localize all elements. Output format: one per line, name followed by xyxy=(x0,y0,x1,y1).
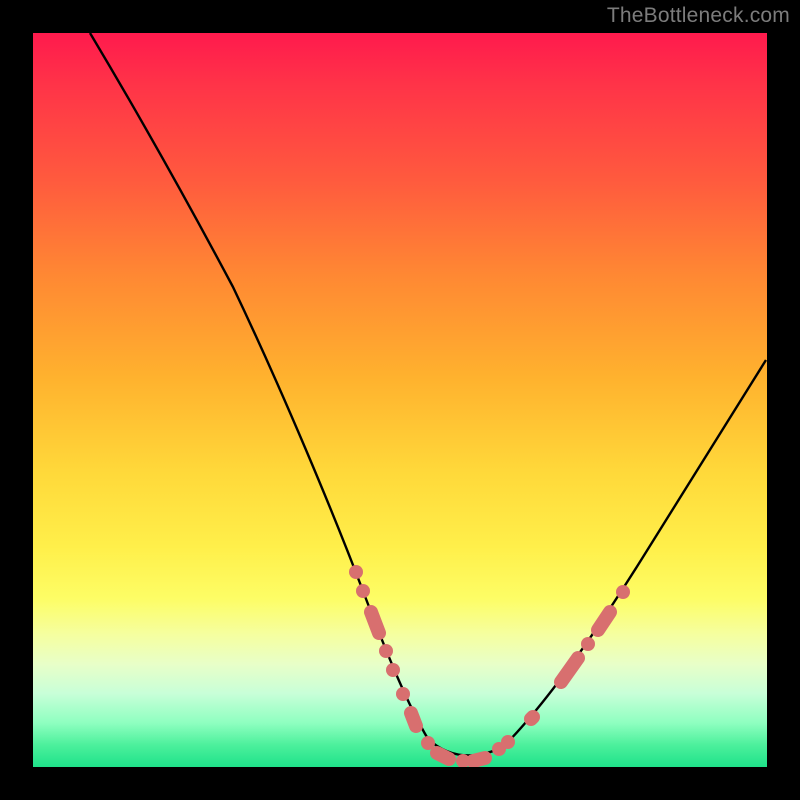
marker-dot xyxy=(616,585,630,599)
marker-pill xyxy=(531,717,533,719)
marker-pill xyxy=(371,612,379,633)
marker-dot xyxy=(501,735,515,749)
marker-dot xyxy=(349,565,363,579)
marker-dot xyxy=(396,687,410,701)
marker-pill xyxy=(561,658,578,682)
marker-pill xyxy=(598,612,610,630)
bottleneck-curve xyxy=(90,33,766,755)
chart-frame: TheBottleneck.com xyxy=(0,0,800,800)
marker-dot xyxy=(581,637,595,651)
plot-area xyxy=(33,33,767,767)
marker-pill xyxy=(437,753,449,759)
marker-dot xyxy=(386,663,400,677)
marker-pill xyxy=(473,758,485,761)
bottleneck-curve-svg xyxy=(33,33,767,767)
marker-dot xyxy=(356,584,370,598)
marker-dot xyxy=(379,644,393,658)
watermark-text: TheBottleneck.com xyxy=(607,4,790,28)
marker-pill xyxy=(411,713,416,726)
